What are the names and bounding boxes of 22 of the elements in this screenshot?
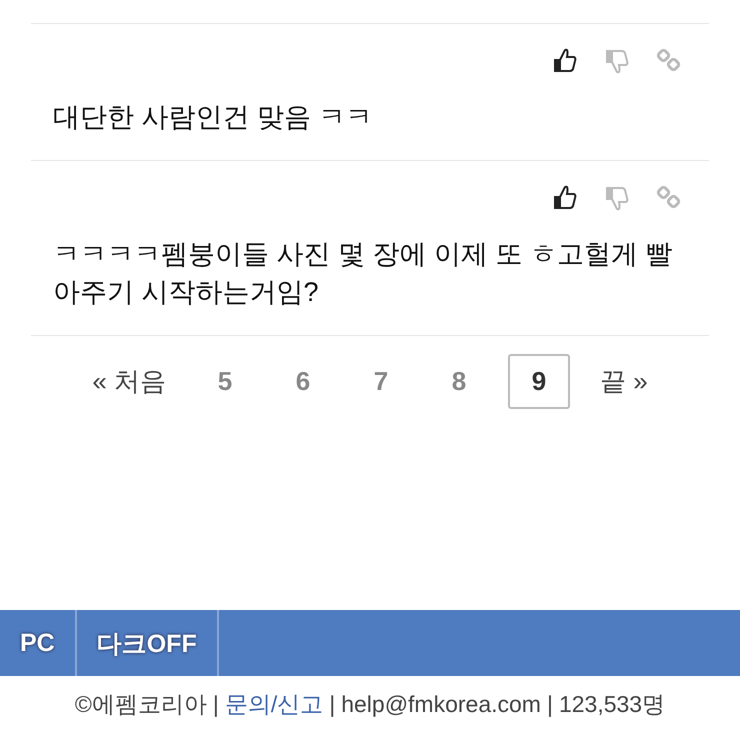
last-page-link[interactable]: 끝 » <box>590 356 658 407</box>
separator: | <box>212 690 219 718</box>
page-link[interactable]: 7 <box>352 356 410 407</box>
footer-text: help@fmkorea.com <box>341 690 541 718</box>
link-icon[interactable] <box>657 185 681 209</box>
contact-link[interactable]: 문의/신고 <box>224 688 324 720</box>
page-link[interactable]: 8 <box>430 356 488 407</box>
thumbs-up-icon[interactable] <box>553 185 577 211</box>
first-page-link[interactable]: « 처음 <box>82 356 176 407</box>
thumbs-down-icon[interactable] <box>605 48 629 74</box>
page-link[interactable]: 9 <box>508 354 570 409</box>
page-link[interactable]: 5 <box>196 356 254 407</box>
page-link[interactable]: 6 <box>274 356 332 407</box>
thumbs-down-icon[interactable] <box>605 185 629 211</box>
footer-text: ©에펨코리아 <box>74 690 207 718</box>
comment-text: ㅋㅋㅋㅋ펨붕이들 사진 몇 장에 이제 또 ㅎ고헐게 빨아주기 시작하는거임? <box>53 238 674 309</box>
thumbs-up-icon[interactable] <box>553 48 577 74</box>
separator: | <box>546 690 553 718</box>
separator: | <box>329 690 336 718</box>
comment-text: 대단한 사람인건 맞음 ㅋㅋ <box>53 101 374 134</box>
footer-text: 123,533명 <box>558 690 666 718</box>
link-icon[interactable] <box>657 48 681 72</box>
